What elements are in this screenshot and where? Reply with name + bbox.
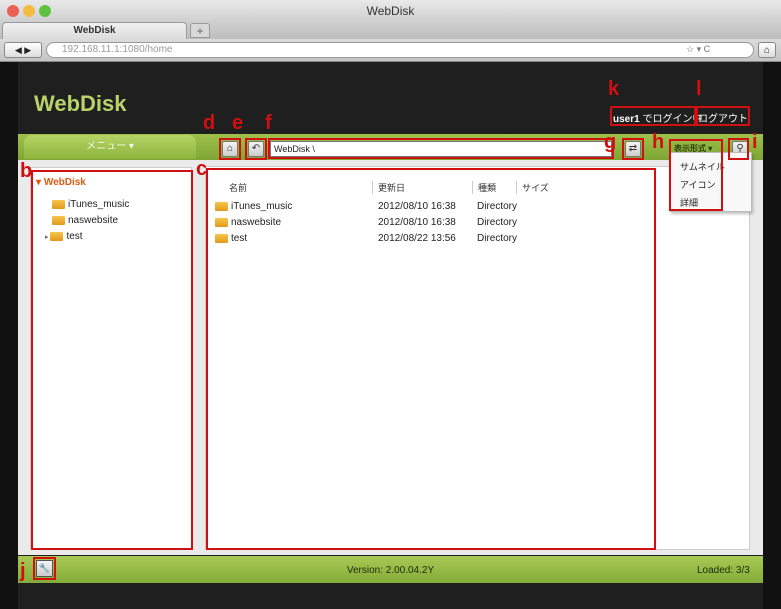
address-bar-actions[interactable]: ☆ ▾ C: [686, 44, 710, 55]
annotation-box-j: [33, 557, 56, 580]
annotation-box-g: [622, 138, 644, 160]
webdisk-logo: WebDisk: [34, 91, 127, 116]
annotation-label-h: h: [652, 131, 665, 153]
annotation-label-e: e: [232, 112, 244, 134]
address-bar-url[interactable]: 192.168.11.1:1080/home: [62, 44, 172, 55]
annotation-box-i: [728, 138, 749, 160]
annotation-box-c: [206, 168, 656, 550]
loaded-count: Loaded: 3/3: [697, 565, 750, 576]
version-text: Version: 2.00.04.2Y: [346, 565, 435, 576]
window-title: WebDisk: [366, 4, 415, 18]
annotation-label-g: g: [604, 131, 617, 153]
annotation-box-l: [696, 106, 750, 126]
browser-tab[interactable]: WebDisk: [2, 22, 187, 39]
back-forward-buttons[interactable]: ◀ ▶: [4, 42, 42, 58]
menu-tab[interactable]: メニュー ▾: [24, 135, 196, 159]
annotation-label-i: i: [752, 131, 758, 153]
annotation-label-c: c: [196, 158, 208, 180]
annotation-box-b: [31, 170, 193, 550]
window-titlebar: WebDisk: [0, 0, 781, 23]
annotation-box-e: [245, 138, 267, 160]
annotation-box-d: [219, 138, 241, 160]
annotation-label-l: l: [696, 78, 702, 100]
browser-home-button[interactable]: ⌂: [758, 42, 776, 58]
annotation-label-k: k: [608, 78, 620, 100]
annotation-box-h: [669, 139, 723, 211]
browser-tab-title: WebDisk: [73, 25, 116, 36]
annotation-label-b: b: [20, 160, 33, 182]
annotation-label-d: d: [203, 112, 216, 134]
annotation-box-f: [268, 138, 614, 159]
annotation-box-k: [610, 106, 696, 126]
annotation-label-f: f: [265, 112, 272, 134]
annotation-label-j: j: [20, 560, 26, 582]
new-tab-button[interactable]: +: [190, 23, 210, 38]
